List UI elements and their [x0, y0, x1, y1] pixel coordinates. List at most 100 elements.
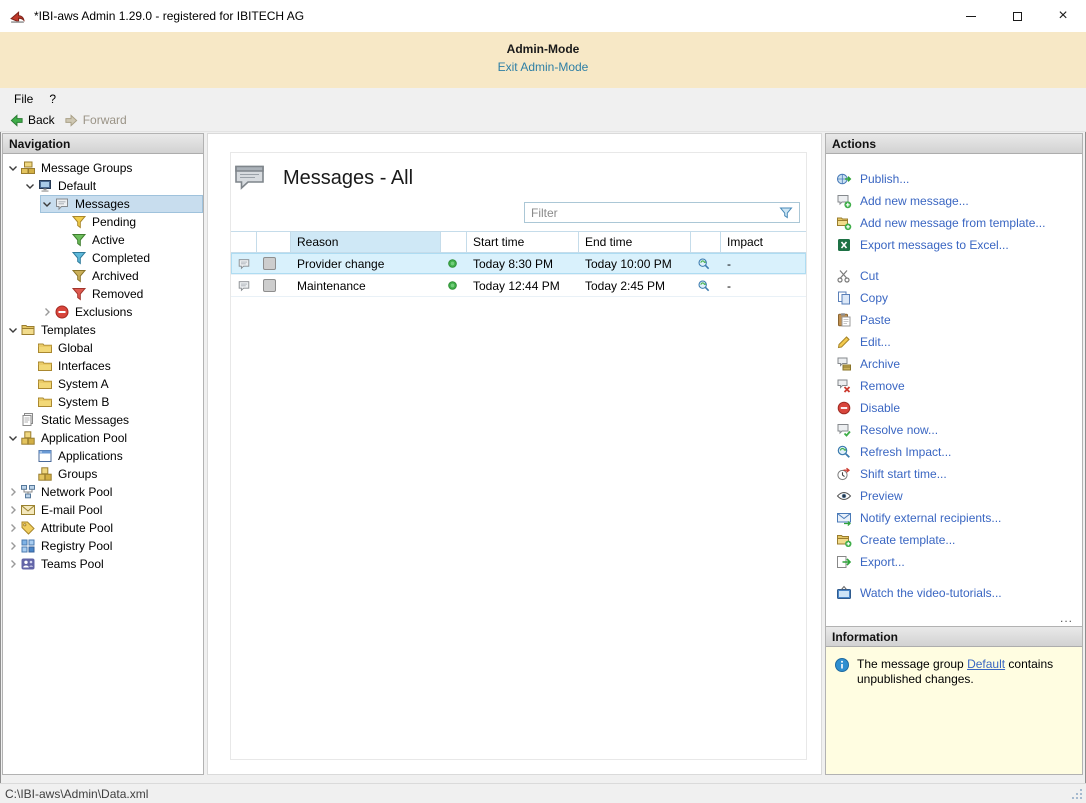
col-start-time-header[interactable]: Start time [467, 232, 579, 252]
row-checkbox[interactable] [263, 257, 276, 270]
maximize-button[interactable] [994, 0, 1040, 32]
envelope-notify-icon [836, 510, 852, 526]
messages-bubble-icon [233, 163, 267, 193]
action-resolve-now[interactable]: Resolve now... [826, 419, 1082, 441]
col-row-icon-header[interactable] [231, 232, 257, 252]
action-refresh-impact[interactable]: Refresh Impact... [826, 441, 1082, 463]
action-shift-start-time[interactable]: Shift start time... [826, 463, 1082, 485]
col-end-time-header[interactable]: End time [579, 232, 691, 252]
action-item-label: Add new message from template... [860, 216, 1045, 230]
message-row-maintenance[interactable]: MaintenanceToday 12:44 PMToday 2:45 PM- [231, 275, 806, 297]
nav-item-system-b[interactable]: System B [23, 393, 203, 411]
action-create-template[interactable]: Create template... [826, 529, 1082, 551]
information-panel: Information The message group Default co… [825, 627, 1083, 775]
nav-item-applications[interactable]: Applications [23, 447, 203, 465]
actions-panel: Actions Publish...Add new message...Add … [825, 133, 1083, 627]
action-export-messages-to-excel[interactable]: Export messages to Excel... [826, 234, 1082, 256]
action-edit[interactable]: Edit... [826, 331, 1082, 353]
action-add-new-message-from-template[interactable]: Add new message from template... [826, 212, 1082, 234]
nav-item-active[interactable]: Active [57, 231, 203, 249]
nav-item-messages[interactable]: Messages [40, 195, 203, 213]
forward-button[interactable]: Forward [64, 113, 127, 128]
chevron-expanded-icon[interactable] [6, 161, 20, 175]
chevron-spacer [23, 377, 37, 391]
actions-overflow[interactable]: ... [1060, 611, 1073, 625]
nav-item-network-pool[interactable]: Network Pool [6, 483, 203, 501]
chevron-collapsed-icon[interactable] [40, 305, 54, 319]
col-impact-icon-header[interactable] [691, 232, 721, 252]
chevron-expanded-icon[interactable] [6, 431, 20, 445]
nav-item-system-a[interactable]: System A [23, 375, 203, 393]
close-button[interactable]: × [1040, 0, 1086, 32]
app-window-icon [37, 448, 53, 464]
speech-bubble-icon [237, 279, 251, 293]
col-select-header[interactable] [257, 232, 291, 252]
filter-input[interactable] [525, 203, 778, 222]
nav-item-registry-pool[interactable]: Registry Pool [6, 537, 203, 555]
nav-item-attribute-pool[interactable]: Attribute Pool [6, 519, 203, 537]
chevron-collapsed-icon[interactable] [6, 539, 20, 553]
action-watch-the-video-tutorials[interactable]: Watch the video-tutorials... [826, 582, 1082, 604]
nav-item-static-messages[interactable]: Static Messages [6, 411, 203, 429]
app-window: *IBI-aws Admin 1.29.0 - registered for I… [0, 0, 1086, 803]
nav-item-label: Application Pool [41, 431, 127, 445]
menu-file[interactable]: File [6, 90, 41, 108]
chevron-collapsed-icon[interactable] [6, 503, 20, 517]
start-time-cell: Today 12:44 PM [467, 275, 579, 296]
scissors-icon [836, 268, 852, 284]
nav-item-groups[interactable]: Groups [23, 465, 203, 483]
action-paste[interactable]: Paste [826, 309, 1082, 331]
nav-item-message-groups[interactable]: Message Groups [6, 159, 203, 177]
funnel-blue-icon [71, 250, 87, 266]
nav-item-global[interactable]: Global [23, 339, 203, 357]
column-label: End time [585, 235, 632, 249]
chevron-collapsed-icon[interactable] [6, 557, 20, 571]
row-checkbox[interactable] [263, 279, 276, 292]
action-preview[interactable]: Preview [826, 485, 1082, 507]
action-publish[interactable]: Publish... [826, 168, 1082, 190]
minimize-button[interactable] [948, 0, 994, 32]
col-reason-header[interactable]: Reason [291, 232, 441, 252]
nav-item-label: Registry Pool [41, 539, 112, 553]
chevron-expanded-icon[interactable] [6, 323, 20, 337]
default-group-link[interactable]: Default [967, 657, 1005, 671]
nav-item-archived[interactable]: Archived [57, 267, 203, 285]
nav-item-interfaces[interactable]: Interfaces [23, 357, 203, 375]
nav-item-default[interactable]: Default [23, 177, 203, 195]
page-title: Messages - All [283, 167, 413, 190]
nav-item-application-pool[interactable]: Application Pool [6, 429, 203, 447]
message-row-provider-change[interactable]: Provider changeToday 8:30 PMToday 10:00 … [231, 253, 806, 275]
action-add-new-message[interactable]: Add new message... [826, 190, 1082, 212]
chevron-collapsed-icon[interactable] [6, 485, 20, 499]
chevron-expanded-icon[interactable] [23, 179, 37, 193]
add-message-icon [836, 193, 852, 209]
nav-item-label: Messages [75, 197, 130, 211]
action-export[interactable]: Export... [826, 551, 1082, 573]
resize-grip[interactable] [1070, 787, 1084, 801]
action-disable[interactable]: Disable [826, 397, 1082, 419]
nav-item-pending[interactable]: Pending [57, 213, 203, 231]
action-archive[interactable]: Archive [826, 353, 1082, 375]
page-title-row: Messages - All [231, 153, 806, 193]
nav-item-exclusions[interactable]: Exclusions [40, 303, 203, 321]
exit-admin-mode-link[interactable]: Exit Admin-Mode [498, 60, 589, 74]
admin-mode-banner: Admin-Mode Exit Admin-Mode [0, 32, 1086, 88]
col-status-header[interactable] [441, 232, 467, 252]
menu-help[interactable]: ? [41, 90, 64, 108]
nav-item-templates[interactable]: Templates [6, 321, 203, 339]
chevron-collapsed-icon[interactable] [6, 521, 20, 535]
nav-item-removed[interactable]: Removed [57, 285, 203, 303]
impact-magnifier-icon [836, 444, 852, 460]
nav-item-teams-pool[interactable]: Teams Pool [6, 555, 203, 573]
action-remove[interactable]: Remove [826, 375, 1082, 397]
action-cut[interactable]: Cut [826, 265, 1082, 287]
reason-cell: Maintenance [291, 275, 441, 296]
filter-funnel-icon[interactable] [778, 205, 796, 221]
nav-item-e-mail-pool[interactable]: E-mail Pool [6, 501, 203, 519]
chevron-expanded-icon[interactable] [40, 197, 54, 211]
col-impact-header[interactable]: Impact [721, 232, 806, 252]
nav-item-completed[interactable]: Completed [57, 249, 203, 267]
action-notify-external-recipients[interactable]: Notify external recipients... [826, 507, 1082, 529]
action-copy[interactable]: Copy [826, 287, 1082, 309]
back-button[interactable]: Back [9, 113, 55, 128]
